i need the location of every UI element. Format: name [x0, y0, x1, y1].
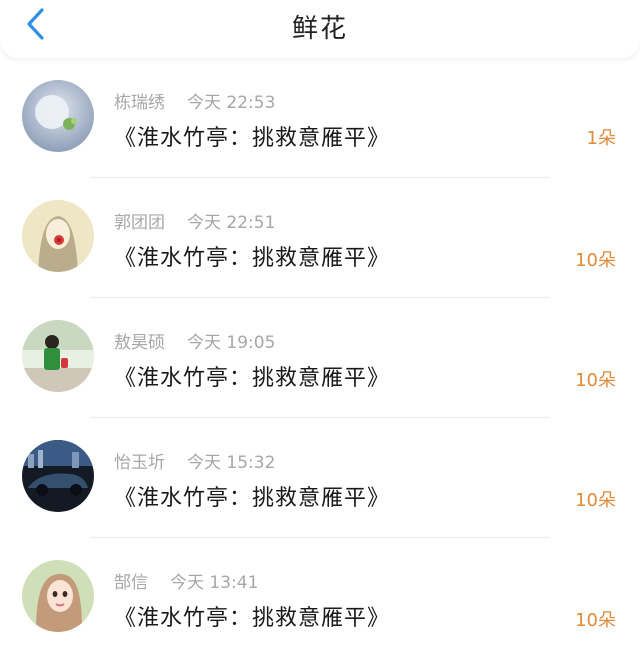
list-item[interactable]: 敖昊硕 今天 19:05 《淮水竹亭：挑救意雁平》 10朵 [0, 298, 640, 418]
meta-line: 敖昊硕 今天 19:05 [114, 328, 275, 353]
work-title: 《淮水竹亭：挑救意雁平》 [114, 606, 391, 631]
flower-count: 10朵 [575, 490, 616, 511]
avatar[interactable] [22, 80, 94, 152]
sender-name: 怡玉圻 [114, 453, 165, 473]
meta-line: 栋瑞绣 今天 22:53 [114, 88, 275, 113]
flower-count: 1朵 [586, 128, 616, 149]
work-title: 《淮水竹亭：挑救意雁平》 [114, 486, 391, 511]
page-title: 鲜花 [291, 14, 348, 44]
app-screen: 鲜花 栋瑞绣 今天 22:53 《淮水竹亭：挑救意雁平》 1朵 郭团团 今天 2… [0, 0, 640, 664]
avatar[interactable] [22, 440, 94, 512]
avatar[interactable] [22, 320, 94, 392]
gift-time: 今天 13:41 [170, 573, 259, 593]
sender-name: 栋瑞绣 [114, 93, 165, 113]
meta-line: 郭团团 今天 22:51 [114, 208, 275, 233]
flower-count: 10朵 [575, 250, 616, 271]
avatar[interactable] [22, 200, 94, 272]
gift-time: 今天 19:05 [187, 333, 276, 353]
list-item[interactable]: 郜信 今天 13:41 《淮水竹亭：挑救意雁平》 10朵 [0, 538, 640, 658]
sender-name: 敖昊硕 [114, 333, 165, 353]
top-bar: 鲜花 [0, 0, 640, 58]
avatar[interactable] [22, 560, 94, 632]
flower-gift-list: 栋瑞绣 今天 22:53 《淮水竹亭：挑救意雁平》 1朵 郭团团 今天 22:51 … [0, 58, 640, 658]
gift-time: 今天 15:32 [187, 453, 276, 473]
work-title: 《淮水竹亭：挑救意雁平》 [114, 246, 391, 271]
meta-line: 怡玉圻 今天 15:32 [114, 448, 275, 473]
meta-line: 郜信 今天 13:41 [114, 568, 258, 593]
list-item[interactable]: 郭团团 今天 22:51 《淮水竹亭：挑救意雁平》 10朵 [0, 178, 640, 298]
gift-time: 今天 22:51 [187, 213, 276, 233]
gift-time: 今天 22:53 [187, 93, 276, 113]
sender-name: 郜信 [114, 573, 148, 593]
work-title: 《淮水竹亭：挑救意雁平》 [114, 126, 391, 151]
flower-count: 10朵 [575, 370, 616, 391]
sender-name: 郭团团 [114, 213, 165, 233]
work-title: 《淮水竹亭：挑救意雁平》 [114, 366, 391, 391]
list-item[interactable]: 栋瑞绣 今天 22:53 《淮水竹亭：挑救意雁平》 1朵 [0, 58, 640, 178]
flower-count: 10朵 [575, 610, 616, 631]
list-item[interactable]: 怡玉圻 今天 15:32 《淮水竹亭：挑救意雁平》 10朵 [0, 418, 640, 538]
